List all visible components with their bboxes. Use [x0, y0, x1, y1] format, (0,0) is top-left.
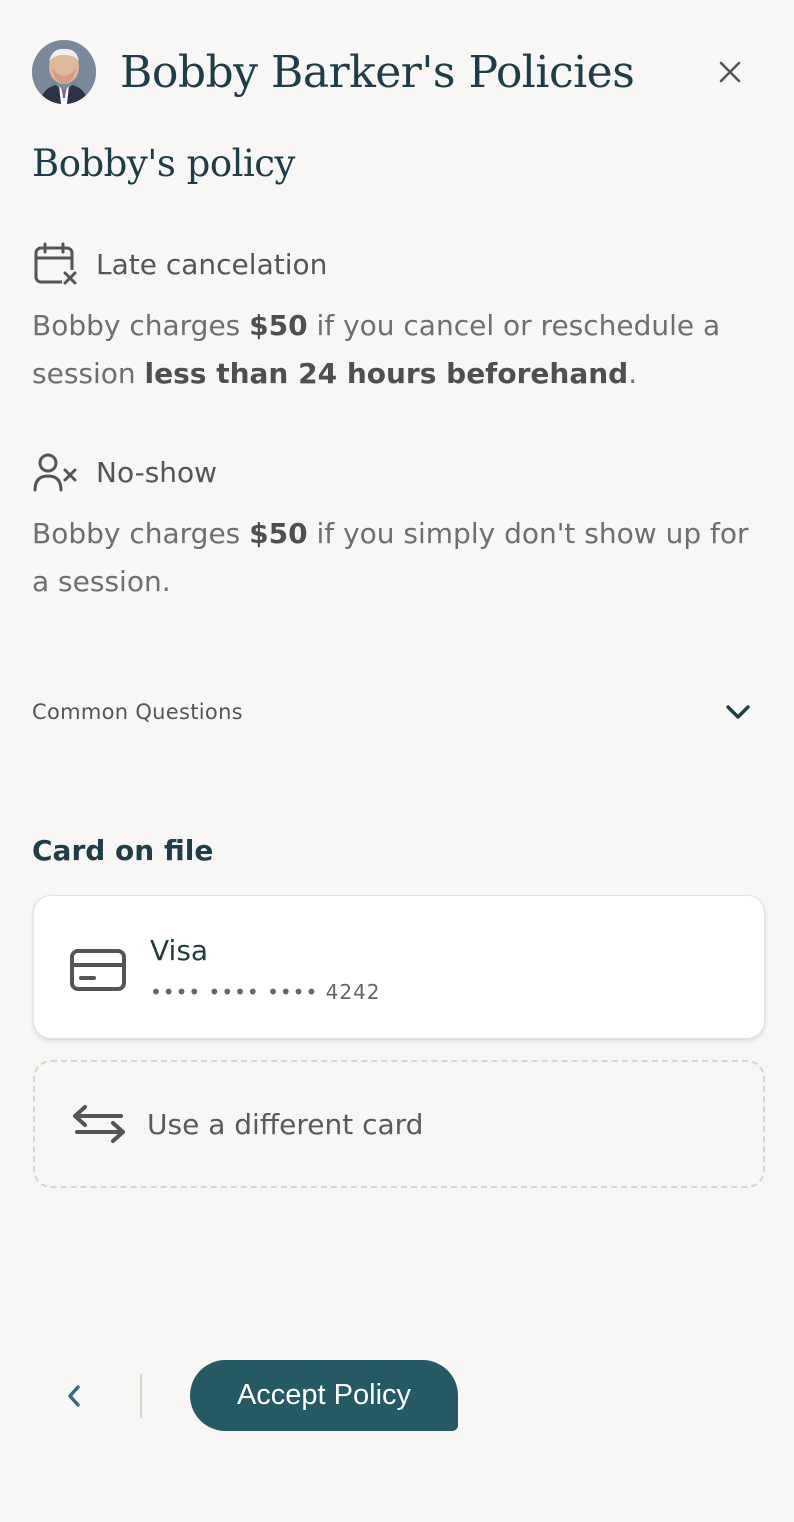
- policy-no-show: No-show Bobby charges $50 if you simply …: [32, 448, 762, 606]
- avatar: [32, 40, 96, 104]
- card-on-file-heading: Card on file: [32, 834, 214, 867]
- avatar-image: [32, 40, 96, 104]
- close-icon[interactable]: [718, 60, 742, 84]
- calendar-x-icon: [32, 240, 80, 288]
- chevron-down-icon[interactable]: [724, 702, 752, 722]
- footer-actions: Accept Policy: [0, 1360, 794, 1432]
- card-number: •••• •••• •••• 4242: [150, 980, 381, 1004]
- policy-title: Late cancelation: [96, 247, 328, 281]
- close-button[interactable]: [712, 54, 748, 90]
- accept-policy-button[interactable]: Accept Policy: [190, 1360, 458, 1431]
- policy-text-post: .: [628, 357, 638, 390]
- policy-header: Late cancelation: [32, 240, 762, 288]
- credit-card-icon: [70, 949, 126, 991]
- section-title: Bobby's policy: [32, 142, 295, 185]
- page-title: Bobby Barker's Policies: [120, 46, 635, 98]
- policy-amount: $50: [249, 517, 308, 550]
- policy-amount: $50: [249, 309, 308, 342]
- common-questions-toggle[interactable]: Common Questions: [32, 692, 762, 732]
- policy-text-pre: Bobby charges: [32, 309, 250, 342]
- policy-title: No-show: [96, 455, 218, 489]
- use-different-card-button[interactable]: Use a different card: [33, 1060, 765, 1188]
- chevron-left-icon[interactable]: [64, 1382, 84, 1410]
- back-button[interactable]: [56, 1378, 92, 1414]
- policy-description: Bobby charges $50 if you simply don't sh…: [32, 510, 762, 606]
- policy-window: less than 24 hours beforehand: [144, 357, 629, 390]
- footer-divider: [140, 1374, 142, 1418]
- use-different-card-label: Use a different card: [147, 1107, 424, 1141]
- saved-card[interactable]: Visa •••• •••• •••• 4242: [33, 895, 765, 1039]
- policy-late-cancelation: Late cancelation Bobby charges $50 if yo…: [32, 240, 762, 398]
- swap-arrows-icon: [73, 1105, 125, 1143]
- modal-header: Bobby Barker's Policies: [32, 40, 762, 104]
- policy-description: Bobby charges $50 if you cancel or resch…: [32, 302, 762, 398]
- policy-text-pre: Bobby charges: [32, 517, 250, 550]
- user-x-icon: [32, 448, 80, 496]
- card-brand: Visa: [150, 934, 209, 967]
- policy-header: No-show: [32, 448, 762, 496]
- common-questions-label: Common Questions: [32, 700, 243, 724]
